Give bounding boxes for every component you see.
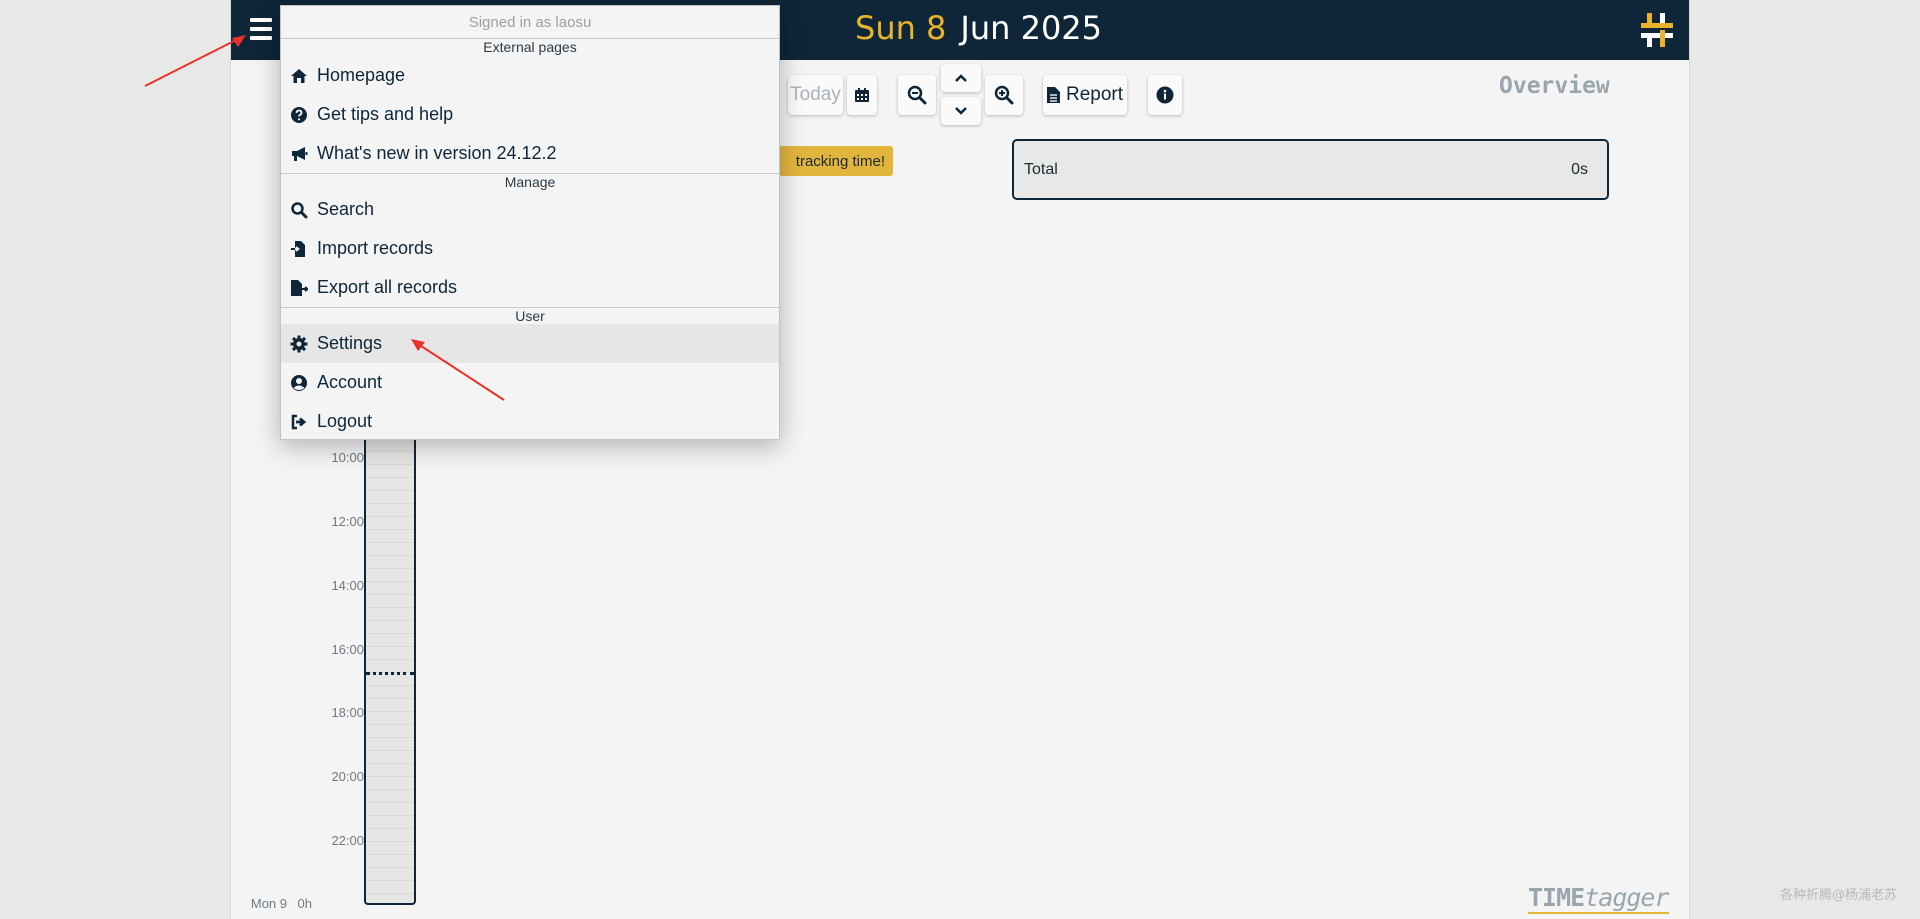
zoom-in-button[interactable] [985,75,1023,115]
time-label: 18:00 [331,705,364,720]
home-icon [290,67,308,85]
menu-bar-icon [250,36,272,40]
menu-item-label: Homepage [317,65,406,85]
day-total-label: 0h [297,896,312,911]
file-export-icon [290,279,308,297]
section-external-pages: External pages [483,39,577,55]
next-day-label: Mon 9 [250,896,287,911]
report-button[interactable]: Report [1043,75,1127,115]
menu-item-label: Logout [317,411,373,431]
time-label: 14:00 [331,578,364,593]
file-import-icon [290,240,308,258]
menu-item-export[interactable]: Export all records [281,268,779,307]
zoom-out-button[interactable] [898,75,936,115]
file-icon [1046,87,1060,103]
today-button[interactable]: Today [788,75,843,115]
menu-item-whats-new[interactable]: What's new in version 24.12.2 [281,134,779,173]
menu-item-label: What's new in version 24.12.2 [317,143,557,163]
chevron-down-icon [955,107,967,115]
gear-icon [290,335,308,353]
menu-item-label: Import records [317,238,434,258]
date-month-year: Jun 2025 [960,9,1103,47]
start-tracking-hint[interactable]: tracking time! [779,146,893,176]
calendar-icon [855,88,869,102]
timetagger-logo-icon[interactable] [1637,10,1677,50]
menu-item-label: Search [317,199,375,219]
zoom-out-icon [907,85,927,105]
section-manage: Manage [281,173,779,190]
menu-item-label: Get tips and help [317,104,454,124]
menu-item-settings[interactable]: Settings [281,324,779,363]
menu-item-import[interactable]: Import records [281,229,779,268]
menu-item-account[interactable]: Account [281,363,779,402]
total-summary[interactable]: Total 0s [1012,139,1609,200]
section-user: User [281,307,779,324]
main-menu-dropdown: Signed in as laosu External pages Homepa… [280,5,780,440]
time-label: 12:00 [331,514,364,529]
menu-item-label: Settings [317,333,383,353]
date-title[interactable]: Sun 8 Jun 2025 [855,9,1102,47]
chevron-up-icon [955,74,967,82]
question-circle-icon [290,106,308,124]
time-label: 10:00 [331,450,364,465]
wordmark-tagger: tagger [1584,883,1669,912]
menu-bar-icon [250,27,272,31]
zoom-in-icon [994,85,1014,105]
search-icon [290,201,308,219]
time-label: 20:00 [331,769,364,784]
date-day: Sun 8 [855,9,947,47]
menu-item-label: Account [317,372,383,392]
total-label: Total [1024,160,1058,178]
report-label: Report [1065,84,1124,105]
total-value: 0s [1571,160,1588,178]
hamburger-menu-button[interactable] [246,13,276,45]
megaphone-icon [290,145,308,163]
menu-bar-icon [250,18,272,22]
calendar-button[interactable] [847,75,877,115]
user-circle-icon [290,374,308,392]
timetagger-wordmark: TIMEtagger [1528,883,1670,914]
info-icon [1156,86,1174,104]
signed-in-text: Signed in as laosu [281,6,779,39]
current-time-indicator [366,672,414,675]
wordmark-time: TIME [1528,883,1585,912]
info-button[interactable] [1148,75,1182,115]
overview-title: Overview [1499,73,1610,99]
menu-item-logout[interactable]: Logout [281,402,779,441]
watermark-text: 各种折腾@杨浦老苏 [1780,888,1898,903]
step-down-button[interactable] [941,97,981,125]
menu-item-label: Export all records [317,277,458,297]
menu-item-homepage[interactable]: Homepage [281,56,779,95]
timeline-ribbon[interactable] [364,400,416,905]
step-up-button[interactable] [941,64,981,92]
tracking-hint-text: tracking time! [795,152,885,170]
menu-item-tips[interactable]: Get tips and help [281,95,779,134]
time-label: 16:00 [331,642,364,657]
sign-out-icon [290,413,308,431]
time-label: 22:00 [331,833,364,848]
menu-item-search[interactable]: Search [281,190,779,229]
